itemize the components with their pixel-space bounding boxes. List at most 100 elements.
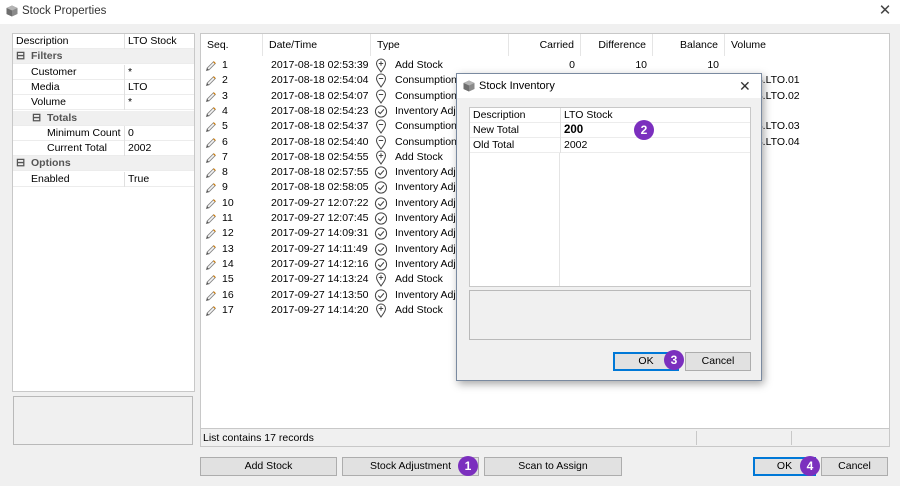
- column-header-balance[interactable]: Balance: [653, 34, 725, 56]
- seq-cell: 5: [222, 120, 228, 133]
- volume-cell: [751, 165, 881, 180]
- edit-icon: [205, 122, 216, 133]
- property-value[interactable]: *: [124, 64, 132, 80]
- property-value[interactable]: 0: [124, 125, 134, 141]
- dialog-title-bar: Stock Inventory ✕: [457, 74, 761, 98]
- column-header-datetime[interactable]: Date/Time: [263, 34, 371, 56]
- difference-cell: 10: [635, 59, 647, 71]
- property-value[interactable]: LTO: [124, 79, 147, 95]
- dialog-row-description[interactable]: Description LTO Stock: [470, 108, 750, 123]
- record-count: List contains 17 records: [203, 432, 314, 444]
- dialog-grid-table[interactable]: Description LTO Stock New Total 200 Old …: [469, 107, 751, 287]
- dialog-row-old-total[interactable]: Old Total 2002: [470, 138, 750, 153]
- property-row[interactable]: Description LTO Stock: [13, 34, 194, 49]
- datetime-cell: 2017-09-27 14:13:50: [271, 288, 369, 301]
- property-row[interactable]: Current Total 2002: [13, 141, 194, 157]
- consumption-icon: [375, 89, 387, 104]
- seq-cell: 9: [222, 181, 228, 194]
- seq-cell: 12: [222, 227, 234, 240]
- seq-cell: 6: [222, 135, 228, 148]
- datetime-cell: 2017-09-27 12:07:45: [271, 212, 369, 224]
- property-value[interactable]: LTO Stock: [124, 34, 177, 49]
- edit-icon: [205, 137, 216, 148]
- edit-icon: [205, 183, 216, 194]
- datetime-cell: 2017-08-18 02:54:23: [271, 104, 369, 117]
- collapse-icon[interactable]: ⊟: [16, 49, 25, 64]
- cancel-button[interactable]: Cancel: [821, 457, 888, 476]
- seq-cell: 2: [222, 74, 228, 87]
- volume-cell: 18.LTO.01: [751, 74, 800, 87]
- property-value[interactable]: *: [124, 95, 132, 111]
- property-row[interactable]: Minimum Count 0: [13, 125, 194, 141]
- inventory-adjustment-icon: [374, 197, 388, 210]
- column-header-volume[interactable]: Volume: [725, 34, 889, 56]
- volume-cell: 18.LTO.04: [751, 135, 800, 148]
- new-total-value[interactable]: 200: [560, 123, 583, 138]
- edit-icon: [205, 259, 216, 271]
- property-value[interactable]: 2002: [124, 141, 151, 157]
- column-header-seq[interactable]: Seq.: [201, 34, 263, 56]
- property-category[interactable]: ⊟ Options: [13, 156, 194, 172]
- balance-cell: 10: [707, 59, 719, 71]
- collapse-icon[interactable]: ⊟: [32, 111, 41, 126]
- dialog-property-grid[interactable]: Description LTO Stock New Total 200 Old …: [469, 107, 751, 359]
- type-label: Inventory Adju: [395, 288, 462, 301]
- dialog-description-panel: [469, 290, 751, 340]
- seq-cell: 13: [222, 242, 234, 255]
- dialog-row-value[interactable]: LTO Stock: [560, 108, 613, 123]
- seq-cell: 14: [222, 257, 234, 270]
- dialog-row-new-total[interactable]: New Total 200: [470, 123, 750, 138]
- inventory-adjustment-icon: [374, 242, 388, 256]
- close-icon[interactable]: ✕: [876, 2, 894, 20]
- datetime-cell: 2017-08-18 02:54:04: [271, 74, 369, 87]
- property-category-label: Options: [31, 157, 71, 170]
- property-value[interactable]: True: [124, 171, 149, 187]
- inventory-adjustment-icon: [374, 181, 388, 194]
- type-label: Add Stock: [395, 59, 443, 71]
- seq-cell: 8: [222, 166, 228, 179]
- window-title: Stock Properties: [22, 5, 107, 17]
- seq-cell: 7: [222, 150, 228, 163]
- seq-cell: 10: [222, 196, 234, 209]
- property-row[interactable]: Enabled True: [13, 171, 194, 187]
- property-name: Current Total: [47, 142, 107, 155]
- property-row[interactable]: Media LTO: [13, 79, 194, 95]
- add-stock-icon: [375, 272, 387, 288]
- type-label: Add Stock: [395, 303, 443, 316]
- add-stock-icon: [375, 150, 387, 165]
- add-stock-button[interactable]: Add Stock: [200, 457, 337, 476]
- column-header-type[interactable]: Type: [371, 34, 509, 56]
- collapse-icon[interactable]: ⊟: [16, 156, 25, 171]
- column-header-difference[interactable]: Difference: [581, 34, 653, 56]
- datetime-cell: 2017-08-18 02:54:37: [271, 120, 369, 133]
- grid-divider: [559, 153, 560, 286]
- volume-cell: [751, 104, 881, 119]
- type-label: Consumption: [395, 89, 457, 102]
- column-header-carried[interactable]: Carried: [509, 34, 581, 56]
- seq-cell: 15: [222, 273, 234, 286]
- status-bar: List contains 17 records: [200, 429, 890, 447]
- property-name: Enabled: [31, 172, 70, 185]
- property-category[interactable]: ⊟ Totals: [13, 110, 194, 126]
- type-cell: Add Stock: [374, 58, 507, 73]
- dialog-cancel-button[interactable]: Cancel: [685, 352, 751, 371]
- table-row[interactable]: 1 2017-08-18 02:53:39 Add Stock 0 10 10: [201, 58, 889, 73]
- property-grid[interactable]: Description LTO Stock ⊟ Filters Customer * Med…: [12, 33, 195, 392]
- property-category[interactable]: ⊟ Filters: [13, 49, 194, 65]
- type-label: Add Stock: [395, 273, 443, 286]
- title-bar: Stock Properties ✕: [0, 0, 900, 24]
- dialog-row-value[interactable]: 2002: [560, 138, 587, 153]
- edit-icon: [205, 198, 216, 209]
- type-label: Consumption: [395, 120, 457, 133]
- edit-icon: [205, 229, 216, 240]
- property-description-panel: [13, 396, 193, 445]
- step-badge-3: 3: [664, 350, 684, 370]
- property-row[interactable]: Customer *: [13, 64, 194, 80]
- scan-to-assign-button[interactable]: Scan to Assign: [484, 457, 622, 476]
- property-name: Media: [31, 80, 60, 93]
- inventory-adjustment-icon: [374, 105, 388, 118]
- property-row[interactable]: Volume *: [13, 95, 194, 111]
- edit-icon: [205, 106, 216, 118]
- dialog-close-icon[interactable]: ✕: [739, 78, 751, 95]
- edit-icon: [205, 168, 216, 179]
